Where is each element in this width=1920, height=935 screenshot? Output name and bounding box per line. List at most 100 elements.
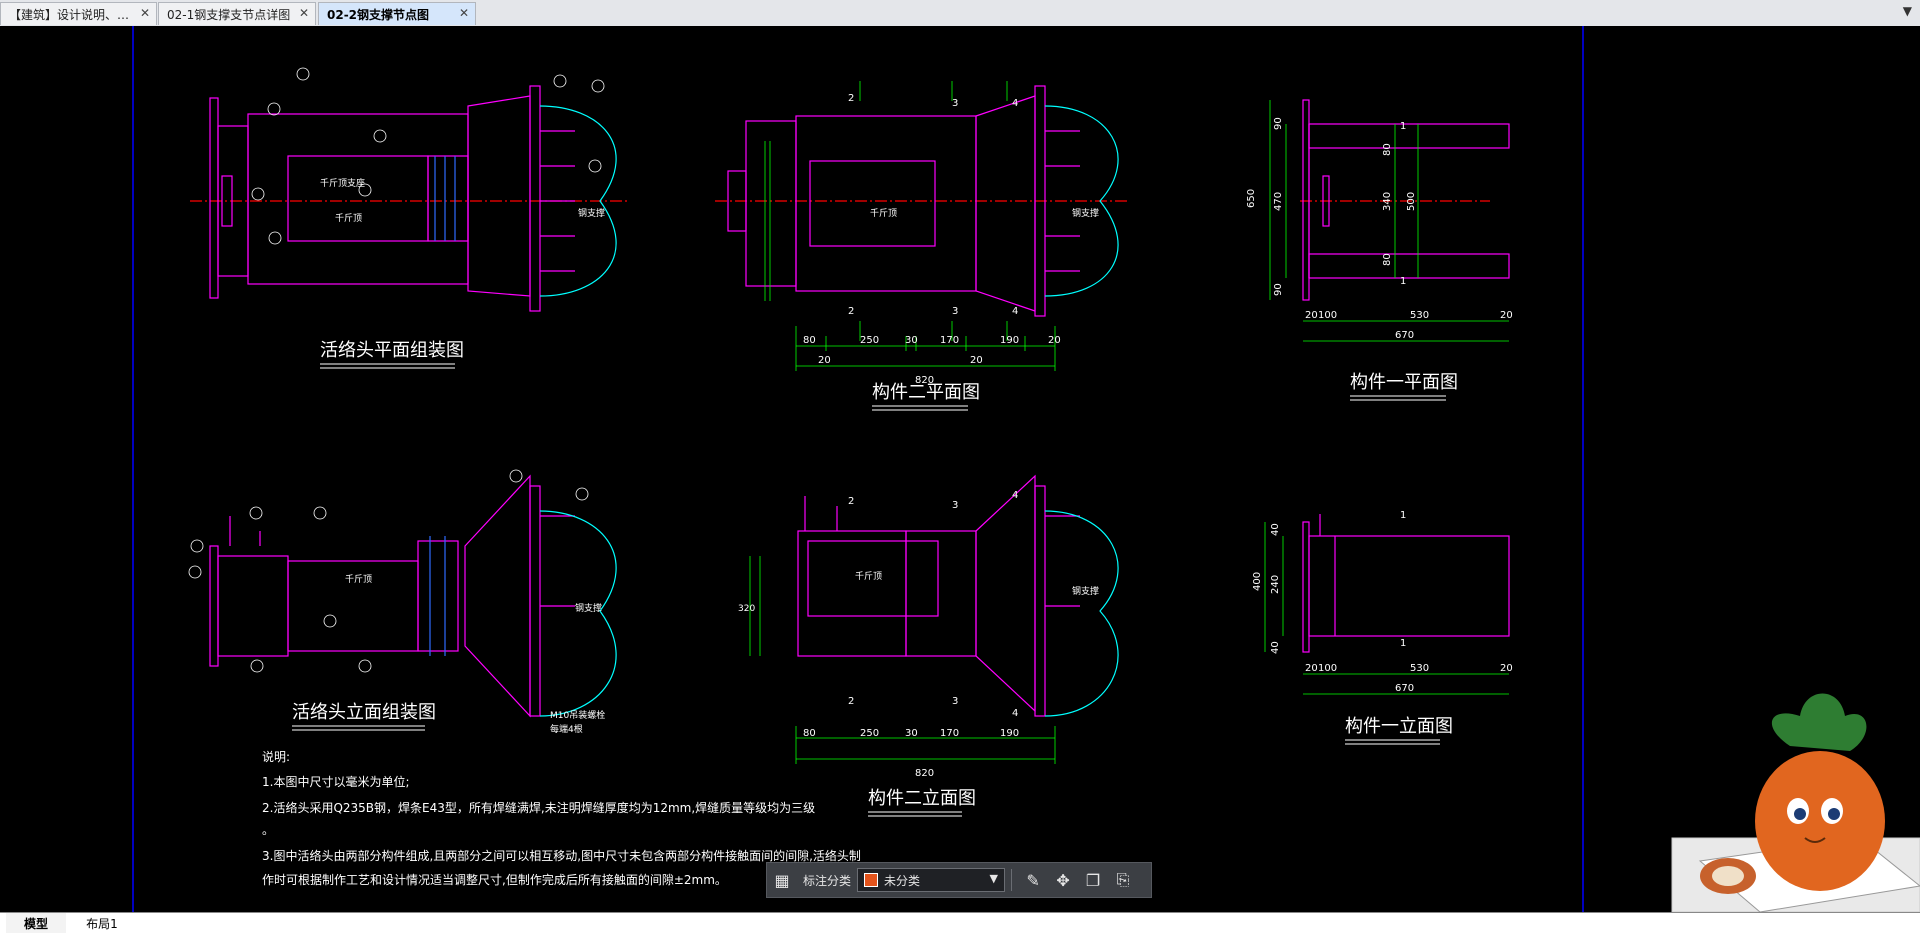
section-1: 1 bbox=[1400, 638, 1406, 649]
part1-plan-dims bbox=[1269, 100, 1509, 342]
tab-label: 02-2钢支撑节点图 bbox=[327, 7, 430, 22]
dim-20: 20 bbox=[818, 355, 831, 366]
edit-icon[interactable]: ✎ bbox=[1021, 868, 1045, 892]
dim-20: 20 bbox=[970, 355, 983, 366]
dim-80: 80 bbox=[1382, 253, 1393, 266]
paste-icon[interactable]: ⎘ bbox=[1111, 868, 1135, 892]
section-2: 2 bbox=[848, 306, 854, 317]
dim-250: 250 bbox=[860, 728, 879, 739]
part1-elev-dim-text: 400 240 40 40 20 100 530 20 670 1 1 bbox=[1252, 510, 1513, 694]
elevation-assembly-view bbox=[209, 474, 617, 718]
annotation-toolbar: ▦ 标注分类 未分类 ▼ ✎ ✥ ❐ ⎘ bbox=[766, 862, 1152, 898]
title-part2-plan: 构件二平面图 bbox=[872, 382, 980, 403]
dim-250: 250 bbox=[860, 335, 879, 346]
tab-label: 模型 bbox=[23, 916, 48, 931]
tab-model[interactable]: 模型 bbox=[6, 913, 66, 933]
notes-heading: 说明: bbox=[262, 749, 290, 764]
dim-470: 470 bbox=[1273, 192, 1284, 211]
grid-icon[interactable]: ▦ bbox=[770, 868, 794, 892]
mascot-illustration bbox=[1671, 693, 1920, 912]
label-jack: 千斤顶 bbox=[335, 213, 362, 224]
dim-530: 530 bbox=[1410, 310, 1429, 321]
label-bolt-count: 每端4根 bbox=[550, 723, 583, 735]
label-steel-pipe: 钢支撑 bbox=[578, 207, 605, 219]
title-part2-elevation: 构件二立面图 bbox=[868, 788, 976, 809]
label-steel-pipe: 钢支撑 bbox=[575, 602, 602, 614]
dim-190: 190 bbox=[1000, 728, 1019, 739]
part2-plan-dims bbox=[764, 81, 1056, 371]
close-icon[interactable]: ✕ bbox=[299, 6, 309, 20]
drawing-canvas[interactable]: 活络头平面组装图 千斤顶支座 千斤顶 钢支撑 活络头立面组装图 千斤顶 钢支撑 … bbox=[0, 26, 1920, 912]
copy-icon[interactable]: ❐ bbox=[1081, 868, 1105, 892]
part2-elevation-view bbox=[797, 474, 1119, 717]
tab-label: 布局1 bbox=[86, 916, 118, 931]
section-1: 1 bbox=[1400, 276, 1406, 287]
section-1: 1 bbox=[1400, 121, 1406, 132]
elevation-assembly-leaders bbox=[188, 469, 589, 673]
label-steel-pipe: 钢支撑 bbox=[1072, 207, 1099, 219]
annotation-category-label: 标注分类 bbox=[803, 873, 852, 888]
toolbar-divider bbox=[1011, 869, 1013, 891]
title-elevation-assembly: 活络头立面组装图 bbox=[292, 702, 436, 723]
part1-elev-dims bbox=[1264, 522, 1509, 695]
close-icon[interactable]: ✕ bbox=[140, 6, 150, 20]
close-icon[interactable]: ✕ bbox=[459, 6, 469, 20]
dim-40: 40 bbox=[1270, 523, 1281, 536]
annotation-category-select[interactable]: 未分类 ▼ bbox=[857, 868, 1006, 892]
chevron-down-icon: ▼ bbox=[989, 872, 999, 885]
dim-90: 90 bbox=[1273, 117, 1284, 130]
plan-assembly-view bbox=[190, 85, 630, 312]
section-3: 3 bbox=[952, 500, 958, 511]
dim-240: 240 bbox=[1270, 575, 1281, 594]
dim-40: 40 bbox=[1270, 641, 1281, 654]
layout-tab-bar: 模型 布局1 bbox=[0, 912, 1920, 935]
dim-100: 100 bbox=[1318, 310, 1337, 321]
note-2: 2.活络头采用Q235B钢，焊条E43型，所有焊缝满焊,未注明焊缝厚度均为12m… bbox=[262, 800, 815, 815]
label-jack: 千斤顶 bbox=[855, 571, 882, 582]
dim-30: 30 bbox=[905, 335, 918, 346]
label-jack: 千斤顶 bbox=[345, 574, 372, 585]
tab-label: 02-1钢支撑支节点详图 bbox=[167, 7, 291, 22]
section-1: 1 bbox=[1400, 510, 1406, 521]
section-4: 4 bbox=[1012, 490, 1018, 501]
note-3: 3.图中活络头由两部分构件组成,且两部分之间可以相互移动,图中尺寸未包含两部分构… bbox=[262, 848, 861, 863]
label-jack: 千斤顶支座 bbox=[320, 177, 365, 189]
tab-list-dropdown-icon[interactable]: ▼ bbox=[1903, 4, 1912, 18]
section-3: 3 bbox=[952, 98, 958, 109]
dim-20: 20 bbox=[1500, 310, 1513, 321]
move-icon[interactable]: ✥ bbox=[1051, 868, 1075, 892]
dim-20: 20 bbox=[1500, 663, 1513, 674]
section-3: 3 bbox=[952, 306, 958, 317]
dim-20: 20 bbox=[1048, 335, 1061, 346]
section-2: 2 bbox=[848, 93, 854, 104]
category-value: 未分类 bbox=[884, 873, 921, 888]
dim-20: 20 bbox=[1305, 310, 1318, 321]
dim-820: 820 bbox=[915, 768, 934, 779]
dim-670: 670 bbox=[1395, 683, 1414, 694]
section-2: 2 bbox=[848, 696, 854, 707]
note-1: 1.本图中尺寸以毫米为单位; bbox=[262, 774, 410, 789]
tab-steel-support-detail-2[interactable]: 02-2钢支撑节点图 ✕ bbox=[318, 2, 476, 25]
part2-plan-dim-text: 80 250 30 170 190 20 20 820 20 2 3 4 2 3… bbox=[803, 93, 1061, 386]
dim-320: 320 bbox=[738, 604, 755, 614]
dim-80: 80 bbox=[803, 728, 816, 739]
dim-170: 170 bbox=[940, 728, 959, 739]
tab-label: 【建筑】设计说明、… bbox=[9, 7, 130, 22]
tab-steel-support-detail-1[interactable]: 02-1钢支撑支节点详图 ✕ bbox=[158, 2, 316, 25]
tab-layout1[interactable]: 布局1 bbox=[72, 913, 132, 933]
section-4: 4 bbox=[1012, 708, 1018, 719]
note-3-tail: 作时可根据制作工艺和设计情况适当调整尺寸,但制作完成后所有接触面的间隙±2mm。 bbox=[262, 872, 727, 887]
title-part1-plan: 构件一平面图 bbox=[1350, 372, 1458, 393]
dim-500: 500 bbox=[1406, 192, 1417, 211]
category-color-swatch bbox=[864, 873, 879, 887]
section-3: 3 bbox=[952, 696, 958, 707]
dim-80: 80 bbox=[1382, 143, 1393, 156]
title-part1-elevation: 构件一立面图 bbox=[1345, 716, 1453, 737]
dim-20: 20 bbox=[1305, 663, 1318, 674]
dim-190: 190 bbox=[1000, 335, 1019, 346]
dim-170: 170 bbox=[940, 335, 959, 346]
dim-90: 90 bbox=[1273, 283, 1284, 296]
label-jack: 千斤顶 bbox=[870, 208, 897, 219]
tab-design-notes[interactable]: 【建筑】设计说明、… ✕ bbox=[0, 2, 157, 25]
label-bolt: M10吊装螺栓 bbox=[550, 709, 605, 721]
